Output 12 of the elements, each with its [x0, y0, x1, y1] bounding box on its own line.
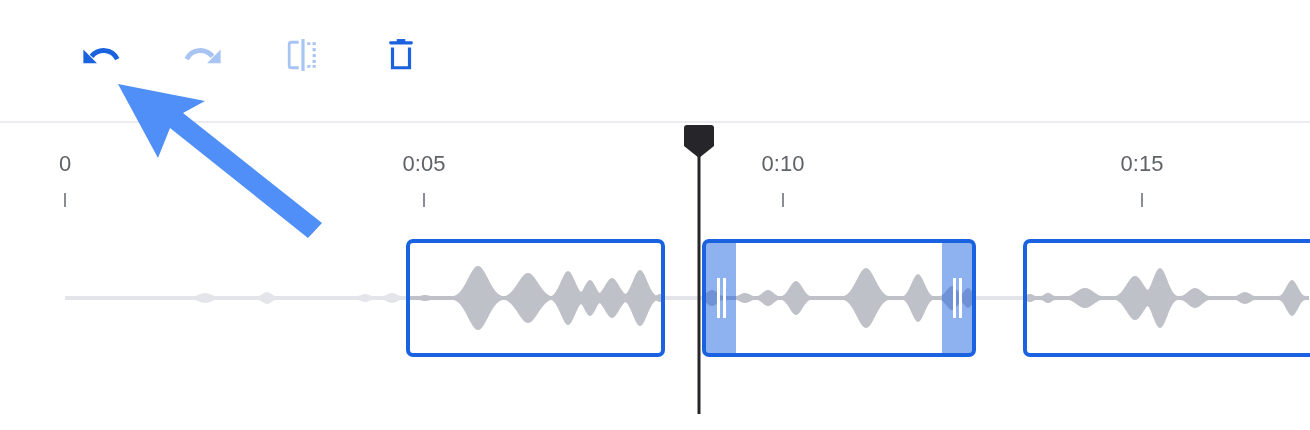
audio-clip[interactable]: [1023, 239, 1310, 357]
playhead[interactable]: [683, 124, 715, 414]
time-label: 0:05: [402, 151, 446, 177]
trim-handle[interactable]: [706, 243, 736, 353]
time-label: 0:15: [1120, 151, 1164, 177]
redo-icon: [184, 45, 222, 64]
undo-icon: [82, 45, 120, 64]
time-label: 0: [58, 151, 72, 177]
audio-clip[interactable]: [406, 239, 665, 357]
audio-clip[interactable]: [702, 239, 976, 357]
time-label: 0:10: [761, 151, 805, 177]
trim-handle[interactable]: [942, 243, 972, 353]
